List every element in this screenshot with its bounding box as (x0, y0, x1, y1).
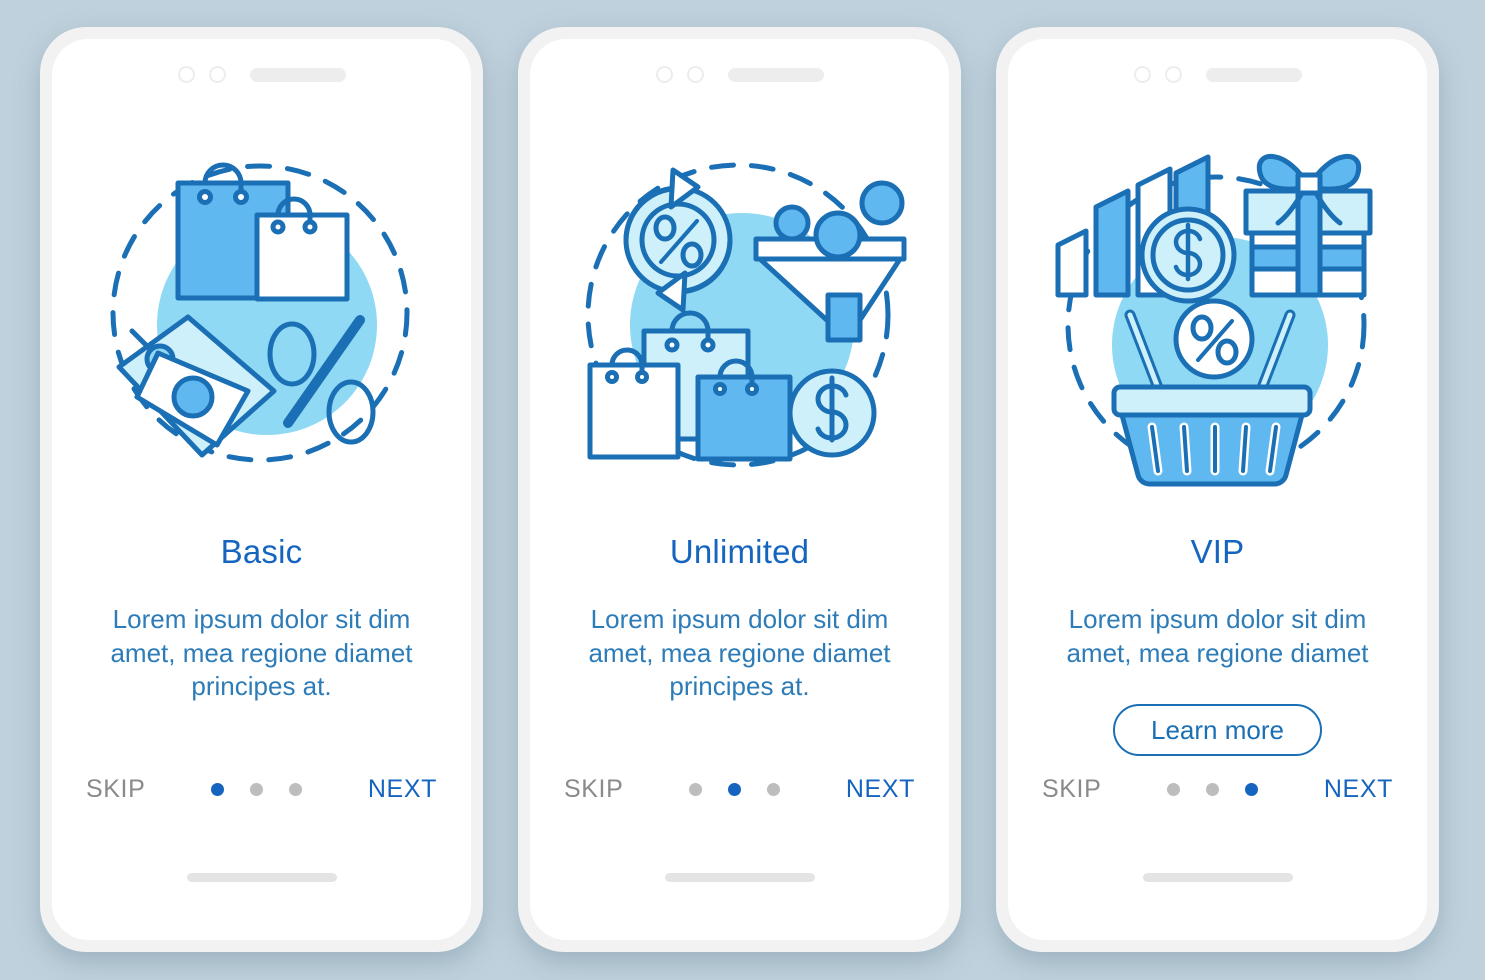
speaker-grille (727, 67, 824, 82)
onboarding-footer: SKIP NEXT (564, 775, 915, 804)
camera-icon (1164, 66, 1182, 83)
pagination-dots (1167, 783, 1259, 796)
home-indicator (664, 873, 815, 882)
onboarding-footer: SKIP NEXT (86, 775, 437, 804)
phone-notch (177, 66, 346, 83)
page-title: VIP (1190, 533, 1245, 570)
onboarding-footer: SKIP NEXT (1042, 775, 1393, 804)
pagination-dot-3[interactable] (767, 783, 781, 796)
onboarding-screens-mockup: Basic Lorem ipsum dolor sit dim amet, me… (0, 0, 1485, 980)
page-description: Lorem ipsum dolor sit dim amet, mea regi… (588, 604, 891, 702)
phone-mockup-unlimited: Unlimited Lorem ipsum dolor sit dim amet… (518, 27, 961, 952)
pagination-dot-2[interactable] (250, 783, 264, 796)
speaker-grille (249, 67, 346, 82)
phone-notch (1133, 66, 1302, 83)
pagination-dot-2[interactable] (1206, 783, 1220, 796)
pagination-dots (211, 783, 303, 796)
skip-button[interactable]: SKIP (564, 775, 623, 804)
phone-mockup-vip: VIP Lorem ipsum dolor sit dim amet, mea … (996, 27, 1439, 952)
page-description: Lorem ipsum dolor sit dim amet, mea regi… (110, 604, 413, 702)
pagination-dot-3[interactable] (289, 783, 303, 796)
illustration-vip (1048, 135, 1388, 495)
next-button[interactable]: NEXT (368, 775, 437, 804)
pagination-dot-1[interactable] (1167, 783, 1181, 796)
learn-more-button[interactable]: Learn more (1113, 704, 1322, 756)
camera-icon (686, 66, 704, 83)
page-title: Basic (220, 533, 303, 570)
illustration-unlimited (570, 135, 910, 495)
phone-notch (655, 66, 824, 83)
home-indicator (186, 873, 337, 882)
skip-button[interactable]: SKIP (86, 775, 145, 804)
page-title: Unlimited (669, 533, 810, 570)
screen-vip: VIP Lorem ipsum dolor sit dim amet, mea … (1008, 39, 1427, 940)
sensor-icon (177, 66, 195, 83)
pagination-dot-1[interactable] (211, 783, 225, 796)
illustration-basic (92, 135, 432, 495)
learn-more-wrapper: Learn more (1008, 704, 1427, 756)
pagination-dot-1[interactable] (689, 783, 703, 796)
speaker-grille (1205, 67, 1302, 82)
phone-mockup-basic: Basic Lorem ipsum dolor sit dim amet, me… (40, 27, 483, 952)
next-button[interactable]: NEXT (846, 775, 915, 804)
pagination-dot-3[interactable] (1245, 783, 1259, 796)
skip-button[interactable]: SKIP (1042, 775, 1101, 804)
page-description: Lorem ipsum dolor sit dim amet, mea regi… (1066, 604, 1369, 668)
home-indicator (1142, 873, 1293, 882)
camera-icon (208, 66, 226, 83)
screen-unlimited: Unlimited Lorem ipsum dolor sit dim amet… (530, 39, 949, 940)
screen-basic: Basic Lorem ipsum dolor sit dim amet, me… (52, 39, 471, 940)
next-button[interactable]: NEXT (1324, 775, 1393, 804)
sensor-icon (655, 66, 673, 83)
pagination-dots (689, 783, 781, 796)
pagination-dot-2[interactable] (728, 783, 742, 796)
sensor-icon (1133, 66, 1151, 83)
